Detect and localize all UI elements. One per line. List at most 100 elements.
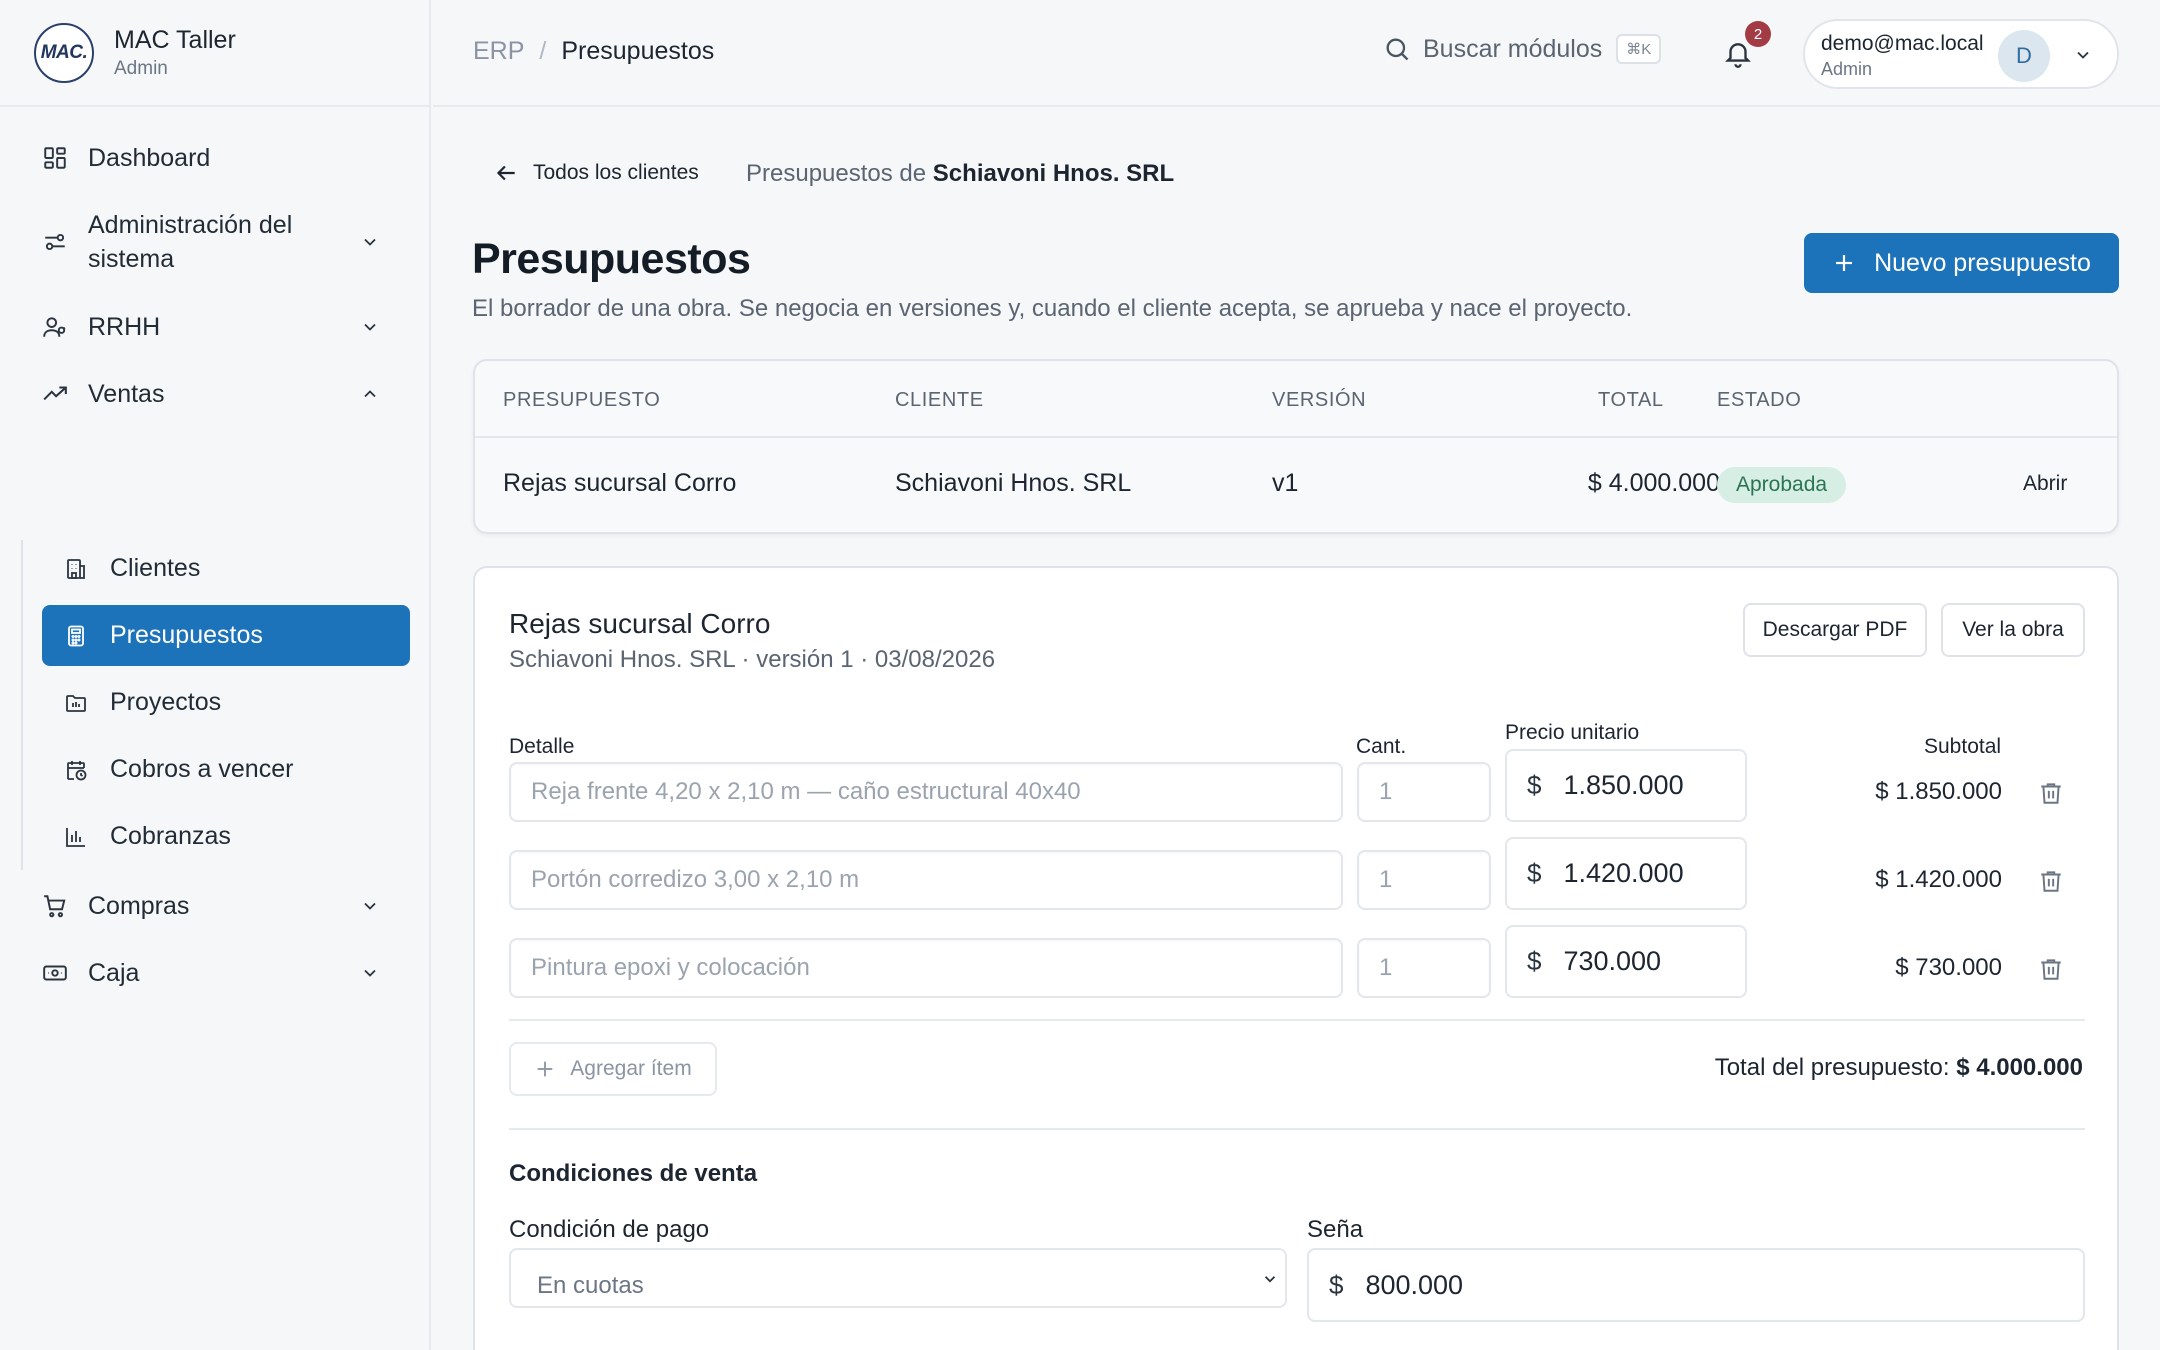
view-project-button[interactable]: Ver la obra <box>1941 603 2085 657</box>
calendar-clock-icon <box>67 760 87 780</box>
sidebar-item-clientes[interactable]: Clientes <box>42 538 410 599</box>
trending-up-icon <box>43 386 67 401</box>
chevron-down-icon <box>364 323 376 331</box>
avatar: D <box>1998 30 2050 82</box>
breadcrumb-erp[interactable]: ERP <box>473 37 524 66</box>
sidebar-item-label: Caja <box>88 959 140 987</box>
breadcrumb: ERP / Presupuestos <box>473 37 714 66</box>
payment-condition-value: En cuotas <box>537 1272 644 1299</box>
sidebar-item-rrhh[interactable]: RRHH <box>42 310 392 344</box>
folder-icon <box>66 694 86 712</box>
sidebar-item-label: Dashboard <box>88 144 211 172</box>
item-price-field[interactable]: $1.850.000 <box>1505 749 1747 822</box>
company-logo: MAC. <box>34 22 94 83</box>
sidebar-item-dashboard[interactable]: Dashboard <box>42 141 392 175</box>
user-email: demo@mac.local <box>1821 32 1984 55</box>
sidebar-nav: Dashboard Administración del sistema RRHH… <box>0 107 429 1347</box>
deposit-field[interactable]: $ 800.000 <box>1307 1248 2085 1322</box>
sidebar-item-label: Cobros a vencer <box>110 755 294 783</box>
item-quantity-field[interactable]: 1 <box>1357 850 1491 910</box>
total-label: Total del presupuesto: <box>1714 1054 1950 1081</box>
module-search[interactable]: Buscar módulos ⌘K <box>1383 34 1662 64</box>
cell-version: v1 <box>1272 469 1299 497</box>
column-header-cliente: CLIENTE <box>895 389 984 411</box>
sidebar-item-presupuestos[interactable]: Presupuestos <box>42 605 410 666</box>
user-role: Admin <box>1821 59 1873 79</box>
currency-symbol: $ <box>1527 946 1542 976</box>
building-icon <box>67 558 85 579</box>
budget-detail: Rejas sucursal Corro Schiavoni Hnos. SRL… <box>473 566 2119 1350</box>
add-item-button[interactable]: Agregar ítem <box>509 1042 717 1096</box>
item-subtotal: $ 730.000 <box>1895 954 2002 981</box>
client-context: Presupuestos de Schiavoni Hnos. SRL <box>746 160 1174 188</box>
column-header-estado: ESTADO <box>1717 389 1802 411</box>
deposit-value: 800.000 <box>1365 1269 1464 1300</box>
chevron-down-icon <box>364 238 376 246</box>
page-title: Presupuestos <box>472 235 751 283</box>
payment-condition-label: Condición de pago <box>509 1216 710 1243</box>
budget-total: Total del presupuesto: $ 4.000.000 <box>1715 1054 2083 1082</box>
sidebar-item-label: Administración del sistema <box>88 211 293 273</box>
page-subtitle: El borrador de una obra. Se negocia en v… <box>472 295 1633 322</box>
column-cant-label: Cant. <box>1356 735 1407 758</box>
sidebar-item-compras[interactable]: Compras <box>42 889 392 923</box>
company-name: MAC Taller <box>114 25 236 54</box>
plus-icon <box>537 1061 553 1077</box>
item-quantity-field[interactable]: 1 <box>1357 938 1491 998</box>
sidebar-item-label: RRHH <box>88 313 161 341</box>
status-badge: Aprobada <box>1717 467 1847 503</box>
cart-icon <box>44 895 66 918</box>
item-detail-field[interactable]: Reja frente 4,20 x 2,10 m — caño estruct… <box>509 762 1343 822</box>
divider <box>509 1019 2085 1021</box>
cell-total: $ 4.000.000 <box>1587 469 1720 497</box>
sidebar-item-caja[interactable]: Caja <box>42 956 392 990</box>
topbar: ERP / Presupuestos Buscar módulos ⌘K 2 d… <box>433 0 2160 107</box>
column-detalle-label: Detalle <box>509 735 575 758</box>
calculator-icon <box>68 625 84 646</box>
search-label: Buscar módulos <box>1423 34 1603 63</box>
cell-presupuesto: Rejas sucursal Corro <box>503 469 737 497</box>
item-detail-field[interactable]: Pintura epoxi y colocación <box>509 938 1343 998</box>
sale-conditions-title: Condiciones de venta <box>509 1160 758 1187</box>
trash-icon[interactable] <box>2038 868 2064 894</box>
deposit-label: Seña <box>1307 1216 1364 1243</box>
total-value: $ 4.000.000 <box>1956 1054 2083 1081</box>
download-pdf-button[interactable]: Descargar PDF <box>1743 603 1927 657</box>
back-label: Todos los clientes <box>533 161 699 184</box>
trash-icon[interactable] <box>2038 956 2064 982</box>
dashboard-icon <box>44 147 66 169</box>
trash-icon[interactable] <box>2038 780 2064 806</box>
breadcrumb-current: Presupuestos <box>561 37 715 65</box>
sidebar-item-label: Compras <box>88 892 190 920</box>
chevron-down-icon <box>364 969 376 977</box>
item-price-field[interactable]: $730.000 <box>1505 925 1747 998</box>
context-prefix: Presupuestos de <box>746 160 927 187</box>
sidebar: MAC. MAC Taller Admin Dashboard Administ… <box>0 0 431 1350</box>
sidebar-item-administracion[interactable]: Administración del sistema <box>42 208 392 276</box>
divider <box>509 1128 2085 1130</box>
notification-badge: 2 <box>1745 21 1771 47</box>
open-budget-link[interactable]: Abrir <box>2023 472 2067 496</box>
sidebar-item-proyectos[interactable]: Proyectos <box>42 672 410 733</box>
item-quantity-field[interactable]: 1 <box>1357 762 1491 822</box>
sidebar-item-cobros-a-vencer[interactable]: Cobros a vencer <box>42 739 410 800</box>
brand[interactable]: MAC. MAC Taller Admin <box>0 0 429 107</box>
item-detail-field[interactable]: Portón corredizo 3,00 x 2,10 m <box>509 850 1343 910</box>
search-shortcut: ⌘K <box>1616 34 1662 64</box>
detail-title: Rejas sucursal Corro <box>509 608 771 639</box>
detail-subtitle: Schiavoni Hnos. SRL · versión 1 · 03/08/… <box>509 646 996 673</box>
payment-condition-select[interactable]: En cuotas <box>509 1248 1287 1308</box>
currency-symbol: $ <box>1527 858 1542 888</box>
sidebar-item-ventas[interactable]: Ventas <box>42 377 392 411</box>
item-price-field[interactable]: $1.420.000 <box>1505 837 1747 910</box>
chevron-down-icon <box>1264 1276 1276 1283</box>
sidebar-item-label: Presupuestos <box>110 621 263 649</box>
item-subtotal: $ 1.850.000 <box>1875 778 2002 805</box>
new-budget-button[interactable]: Nuevo presupuesto <box>1804 233 2119 293</box>
sidebar-item-label: Cobranzas <box>110 822 231 850</box>
back-to-clients-link[interactable]: Todos los clientes <box>493 160 699 186</box>
user-menu[interactable]: demo@mac.local Admin D <box>1803 19 2119 89</box>
arrow-left-icon <box>496 165 515 181</box>
sidebar-item-cobranzas[interactable]: Cobranzas <box>42 806 410 867</box>
new-budget-label: Nuevo presupuesto <box>1874 248 2091 277</box>
